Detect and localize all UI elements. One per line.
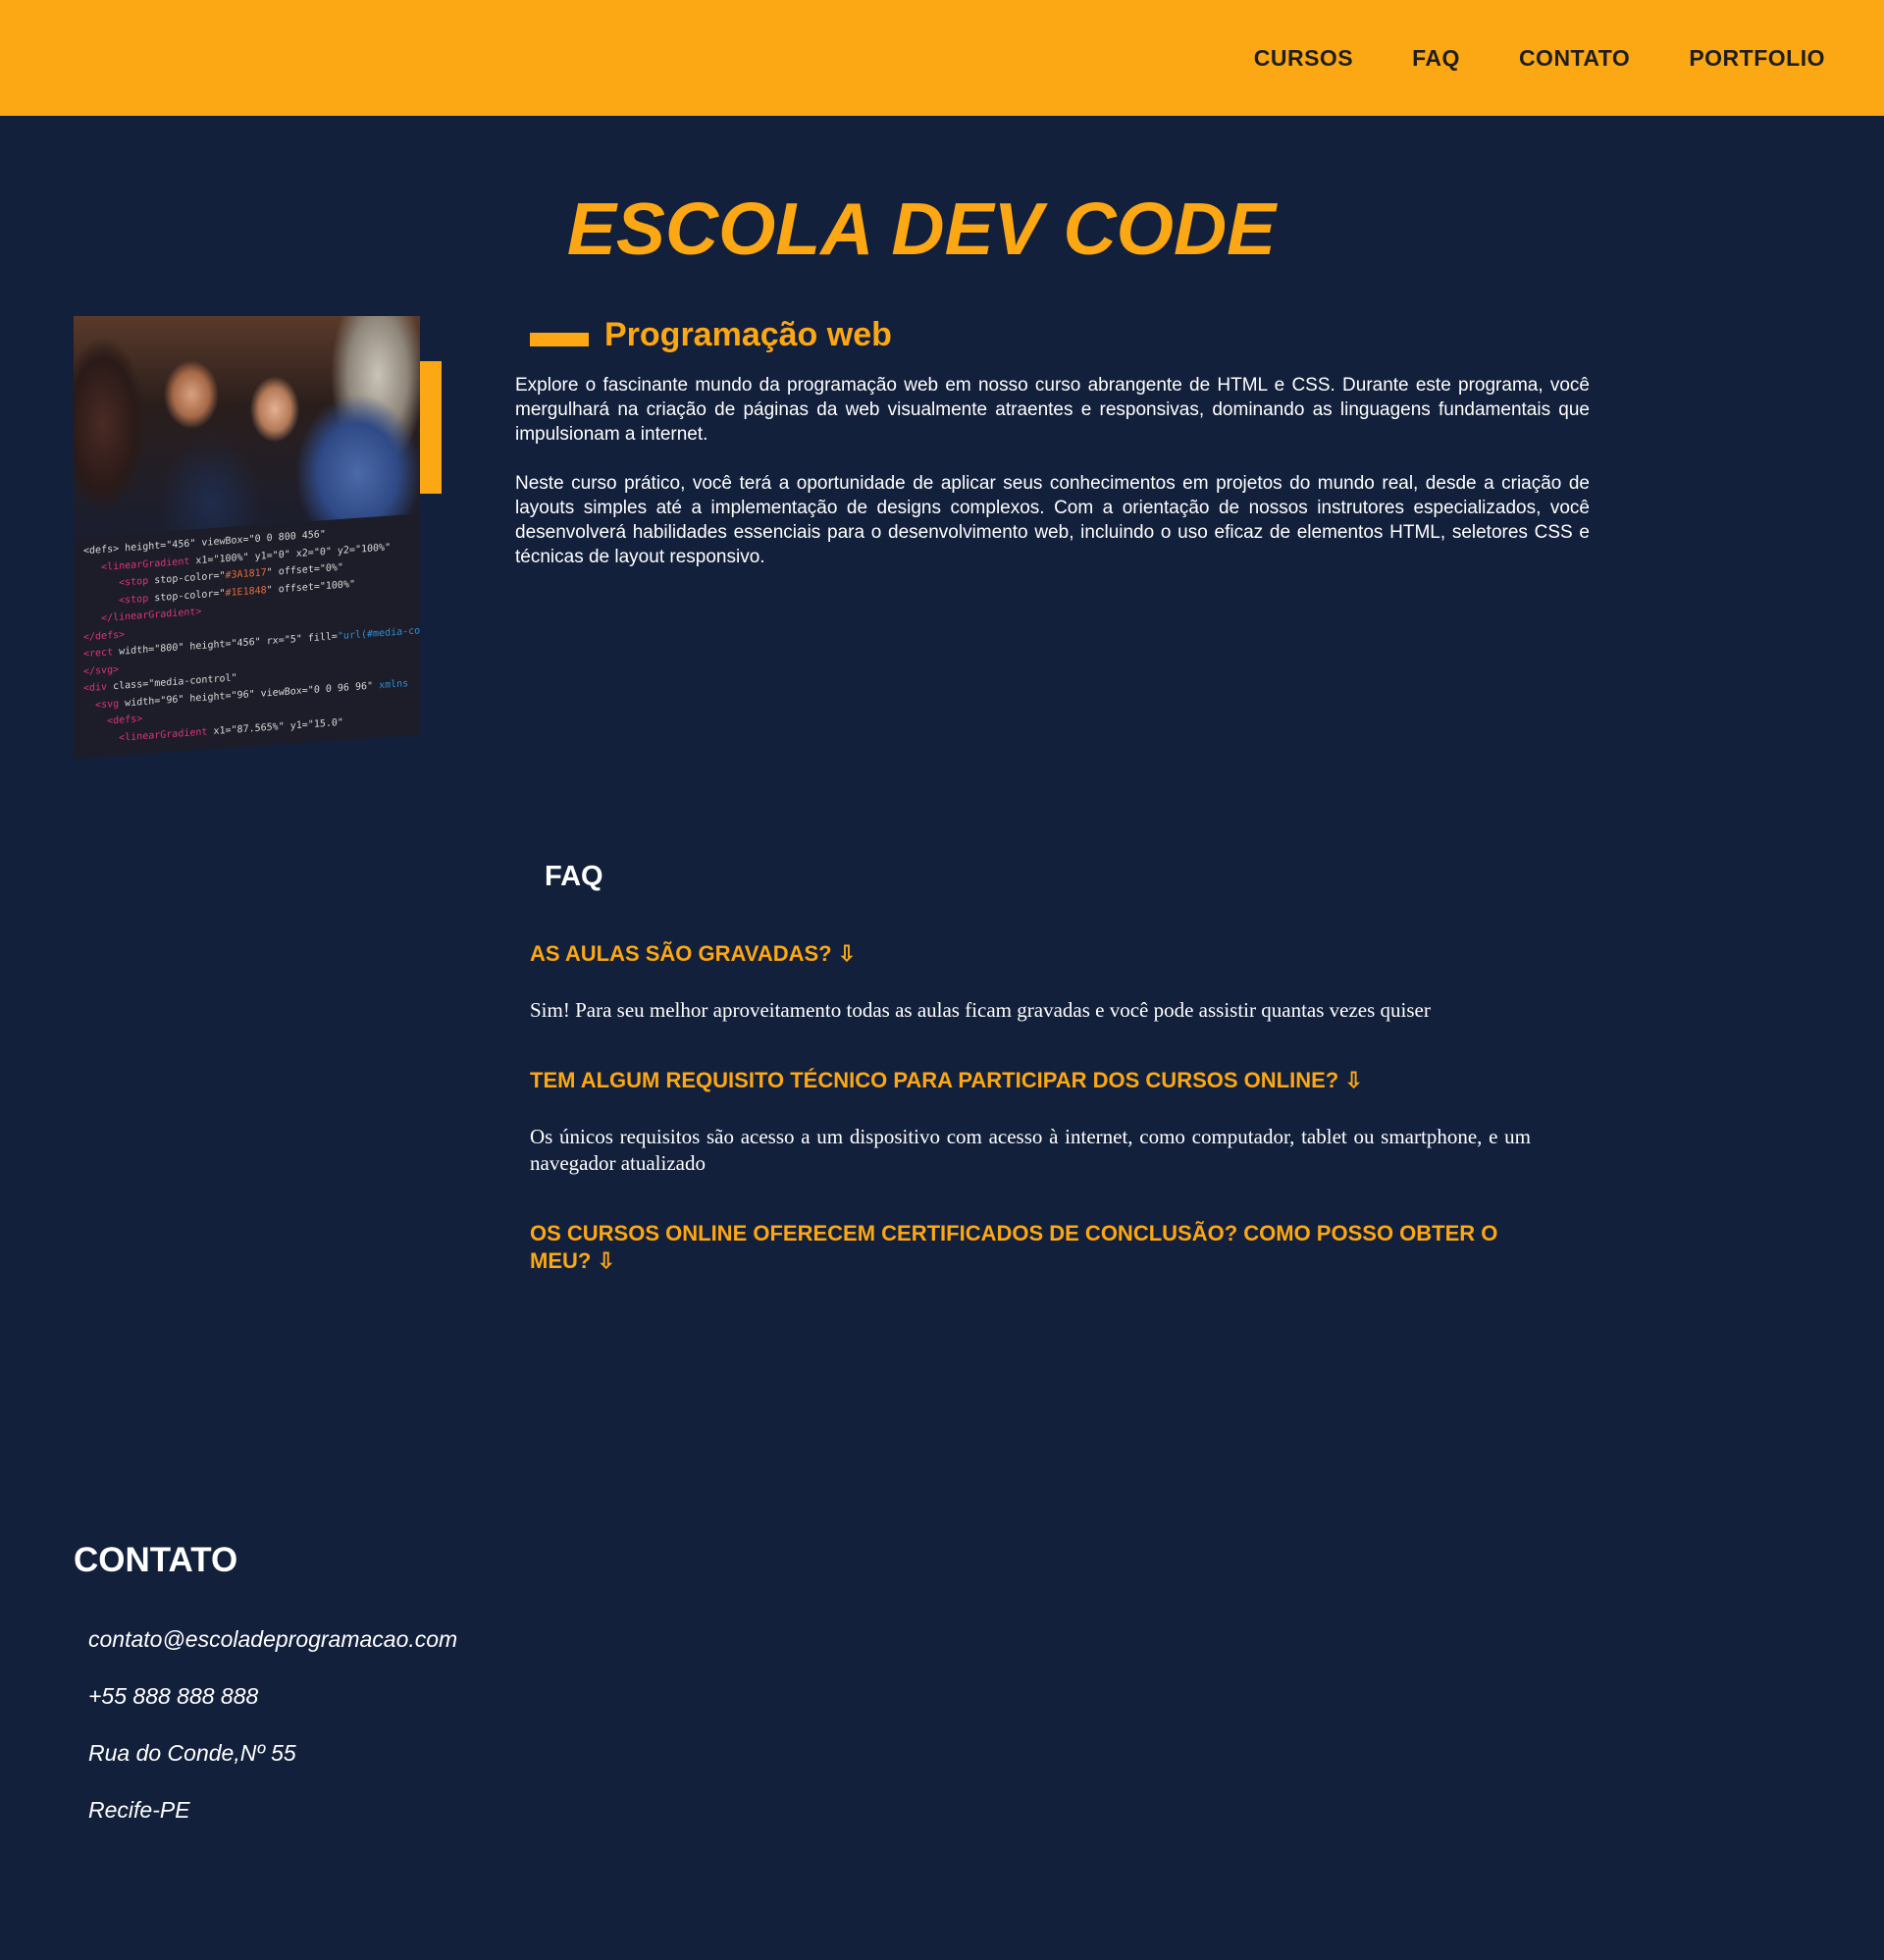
- faq-answer: Os únicos requisitos são acesso a um dis…: [530, 1125, 1531, 1175]
- faq-item: TEM ALGUM REQUISITO TÉCNICO PARA PARTICI…: [530, 1067, 1531, 1177]
- students-photo: [74, 316, 420, 538]
- code-photo: <defs> height="456" viewBox="0 0 800 456…: [74, 513, 420, 759]
- nav-link-faq[interactable]: FAQ: [1412, 44, 1460, 72]
- course-image: <defs> height="456" viewBox="0 0 800 456…: [74, 316, 420, 759]
- faq-item: AS AULAS SÃO GRAVADAS? ⇩ Sim! Para seu m…: [530, 940, 1531, 1024]
- course-description: Explore o fascinante mundo da programaçã…: [515, 373, 1590, 594]
- faq-answer: Sim! Para seu melhor aproveitamento toda…: [530, 998, 1431, 1022]
- main-nav: CURSOS FAQ CONTATO PORTFOLIO: [1195, 44, 1825, 72]
- contact-title: CONTATO: [74, 1541, 238, 1579]
- contact-email[interactable]: contato@escoladeprogramacao.com: [88, 1625, 457, 1653]
- page-title: ESCOLA DEV CODE: [566, 187, 1277, 270]
- contact-list: contato@escoladeprogramacao.com +55 888 …: [88, 1625, 457, 1853]
- faq-question[interactable]: OS CURSOS ONLINE OFERECEM CERTIFICADOS D…: [530, 1220, 1531, 1275]
- nav-link-portfolio[interactable]: PORTFOLIO: [1689, 44, 1825, 72]
- contact-city: Recife-PE: [88, 1797, 190, 1823]
- course-paragraph: Explore o fascinante mundo da programaçã…: [515, 375, 1590, 445]
- course-paragraph: Neste curso prático, você terá a oportun…: [515, 473, 1590, 567]
- faq-list: AS AULAS SÃO GRAVADAS? ⇩ Sim! Para seu m…: [530, 940, 1531, 1275]
- faq-question[interactable]: AS AULAS SÃO GRAVADAS? ⇩: [530, 940, 1531, 968]
- image-accent-bar: [420, 361, 442, 494]
- course-heading: Programação web: [530, 316, 892, 354]
- heading-accent-bar: [530, 332, 589, 346]
- contact-address: Rua do Conde,Nº 55: [88, 1740, 296, 1766]
- site-header: CURSOS FAQ CONTATO PORTFOLIO: [0, 0, 1884, 116]
- nav-link-cursos[interactable]: CURSOS: [1254, 44, 1353, 72]
- course-heading-text: Programação web: [604, 316, 892, 353]
- faq-question[interactable]: TEM ALGUM REQUISITO TÉCNICO PARA PARTICI…: [530, 1067, 1531, 1094]
- nav-link-contato[interactable]: CONTATO: [1519, 44, 1630, 72]
- faq-title: FAQ: [545, 861, 603, 892]
- contact-phone[interactable]: +55 888 888 888: [88, 1682, 457, 1710]
- faq-item: OS CURSOS ONLINE OFERECEM CERTIFICADOS D…: [530, 1220, 1531, 1275]
